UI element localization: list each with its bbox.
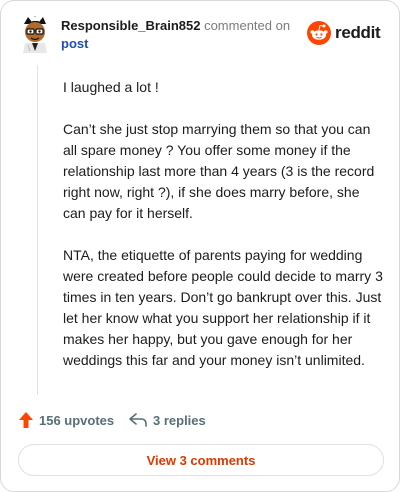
reddit-logo-icon (307, 21, 331, 45)
upvote-count: 156 upvotes (39, 412, 115, 428)
thread-line (37, 65, 38, 395)
post-link[interactable]: post (61, 36, 88, 51)
reply-button[interactable]: 3 replies (129, 409, 206, 431)
reply-count: 3 replies (153, 412, 206, 428)
comment-paragraph: Can’t she just stop marrying them so tha… (63, 121, 375, 221)
reddit-wordmark: reddit (335, 23, 381, 42)
comment-paragraph: NTA, the etiquette of parents paying for… (63, 247, 383, 368)
comment-header: Responsible_Brain852 commented on post r… (17, 15, 385, 55)
avatar[interactable] (17, 15, 53, 53)
comment-meta: Responsible_Brain852 commented on post (61, 17, 301, 53)
comment-paragraph: I laughed a lot ! (63, 79, 159, 95)
reddit-brand[interactable]: reddit (307, 21, 385, 47)
upvote-button[interactable]: 156 upvotes (19, 409, 114, 431)
view-comments-button[interactable]: View 3 comments (18, 444, 384, 476)
commented-on-label: commented on (204, 18, 291, 33)
comment-actions: 156 upvotes 3 replies (19, 409, 319, 431)
comment-body: I laughed a lot ! Can’t she just stop ma… (63, 77, 383, 392)
reply-icon (129, 413, 147, 427)
upvote-arrow-icon (19, 412, 33, 428)
comment-card: Responsible_Brain852 commented on post r… (0, 0, 400, 492)
username[interactable]: Responsible_Brain852 (61, 18, 200, 33)
